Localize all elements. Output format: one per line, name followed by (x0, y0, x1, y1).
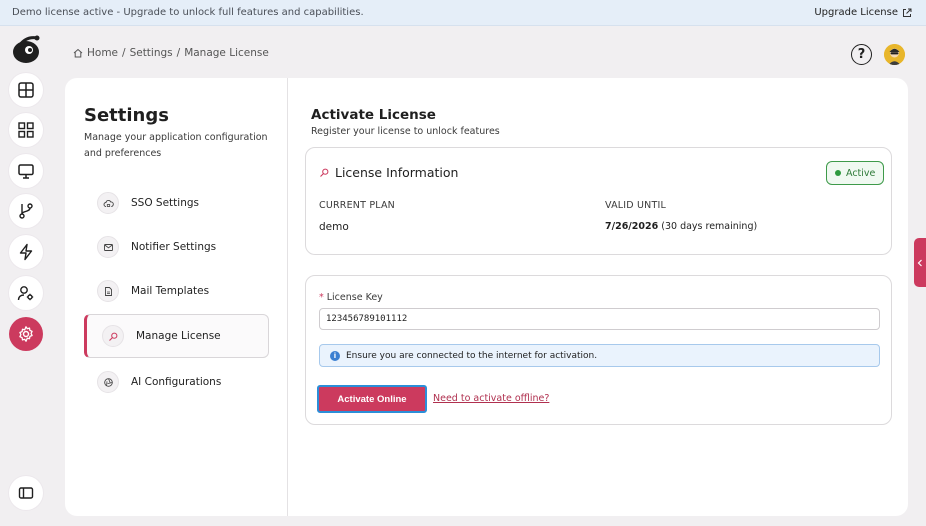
license-info-title: License Information (335, 165, 459, 180)
dashboard-grid-icon (18, 122, 34, 138)
valid-until-date: 7/26/2026 (605, 221, 659, 232)
git-branch-icon (19, 203, 33, 219)
license-information-card: License Information Active CURRENT PLAN … (305, 147, 892, 255)
rail-settings-button[interactable] (9, 317, 43, 351)
nav-label: Manage License (136, 330, 221, 342)
tables-icon (18, 82, 34, 98)
home-icon (73, 48, 83, 58)
demo-license-banner: Demo license active - Upgrade to unlock … (0, 0, 926, 26)
status-dot-icon (835, 170, 841, 176)
side-panel-handle[interactable] (914, 238, 926, 287)
nav-item-notifier-settings[interactable]: Notifier Settings (84, 225, 269, 269)
nav-label: Mail Templates (131, 285, 210, 297)
nav-item-sso-settings[interactable]: SSO Settings (84, 181, 269, 225)
mail-icon (103, 243, 113, 251)
nav-icon-wrap (102, 325, 124, 347)
license-info-header: License Information (319, 165, 458, 180)
activate-offline-link[interactable]: Need to activate offline? (433, 393, 549, 404)
rail-tables-button[interactable] (9, 73, 43, 107)
status-badge-label: Active (846, 167, 876, 179)
chevron-left-icon (917, 259, 922, 266)
rail-monitor-button[interactable] (9, 154, 43, 188)
logo-icon (13, 35, 40, 63)
ai-aperture-icon (103, 377, 113, 387)
page-subtitle: Register your license to unlock features (311, 126, 500, 137)
help-icon: ? (857, 47, 866, 62)
rail-users-button[interactable] (9, 276, 43, 310)
settings-title: Settings (84, 105, 169, 126)
key-search-icon (108, 332, 117, 341)
sidebar-toggle-button[interactable] (9, 476, 43, 510)
app-logo (10, 32, 42, 64)
banner-message: Demo license active - Upgrade to unlock … (12, 7, 364, 18)
settings-panel: Settings Manage your application configu… (65, 78, 288, 516)
nav-label: Notifier Settings (131, 241, 217, 253)
nav-icon-wrap (97, 192, 119, 214)
help-button[interactable]: ? (851, 44, 872, 65)
activate-online-button[interactable]: Activate Online (317, 385, 427, 413)
upgrade-license-link[interactable]: Upgrade License (814, 7, 912, 18)
valid-until-remaining: (30 days remaining) (661, 221, 758, 232)
rail-dashboard-button[interactable] (9, 113, 43, 147)
current-plan-value: demo (319, 221, 349, 233)
main-panel: Settings Manage your application configu… (65, 78, 908, 516)
page-title: Activate License (311, 107, 436, 123)
nav-item-mail-templates[interactable]: Mail Templates (84, 269, 269, 313)
nav-item-manage-license[interactable]: Manage License (84, 314, 269, 358)
info-icon: i (330, 350, 340, 361)
status-badge: Active (826, 161, 885, 185)
document-icon (104, 286, 112, 296)
breadcrumb-separator: / (122, 47, 126, 59)
external-link-icon (903, 8, 912, 17)
user-settings-icon (17, 286, 34, 301)
gear-icon (19, 326, 33, 342)
valid-until-label: VALID UNTIL (605, 200, 666, 211)
breadcrumb-separator: / (176, 47, 181, 59)
breadcrumb: Home / Settings / Manage License (73, 47, 269, 59)
breadcrumb-current: Manage License (184, 47, 269, 59)
connection-notice-text: Ensure you are connected to the internet… (346, 350, 598, 361)
settings-subtitle: Manage your application configuration an… (84, 132, 268, 159)
rail-automation-button[interactable] (9, 235, 43, 269)
nav-icon-wrap (97, 371, 119, 393)
rail-workflow-button[interactable] (9, 194, 43, 228)
nav-icon-wrap (97, 236, 119, 258)
license-key-input[interactable] (319, 308, 880, 330)
nav-icon-wrap (97, 280, 119, 302)
nav-label: SSO Settings (131, 197, 199, 209)
avatar-icon (884, 44, 905, 65)
valid-until-value: 7/26/2026 (30 days remaining) (605, 221, 757, 232)
app-rail (0, 26, 52, 526)
lightning-icon (19, 243, 33, 261)
required-marker: * (319, 292, 324, 303)
license-key-label-text: License Key (326, 292, 383, 303)
nav-item-ai-configurations[interactable]: AI Configurations (84, 360, 269, 404)
sidebar-toggle-icon (18, 487, 34, 499)
license-key-card: *License Key i Ensure you are connected … (305, 275, 892, 425)
key-search-icon (320, 168, 329, 177)
breadcrumb-settings[interactable]: Settings (130, 47, 173, 59)
connection-notice: i Ensure you are connected to the intern… (319, 344, 880, 367)
upgrade-license-label: Upgrade License (814, 7, 898, 18)
current-plan-label: CURRENT PLAN (319, 200, 395, 211)
monitor-icon (18, 164, 34, 179)
user-avatar[interactable] (884, 44, 905, 65)
breadcrumb-home[interactable]: Home (87, 47, 118, 59)
nav-label: AI Configurations (131, 376, 222, 388)
cloud-lock-icon (103, 199, 114, 207)
license-key-label: * License Key (319, 292, 383, 303)
